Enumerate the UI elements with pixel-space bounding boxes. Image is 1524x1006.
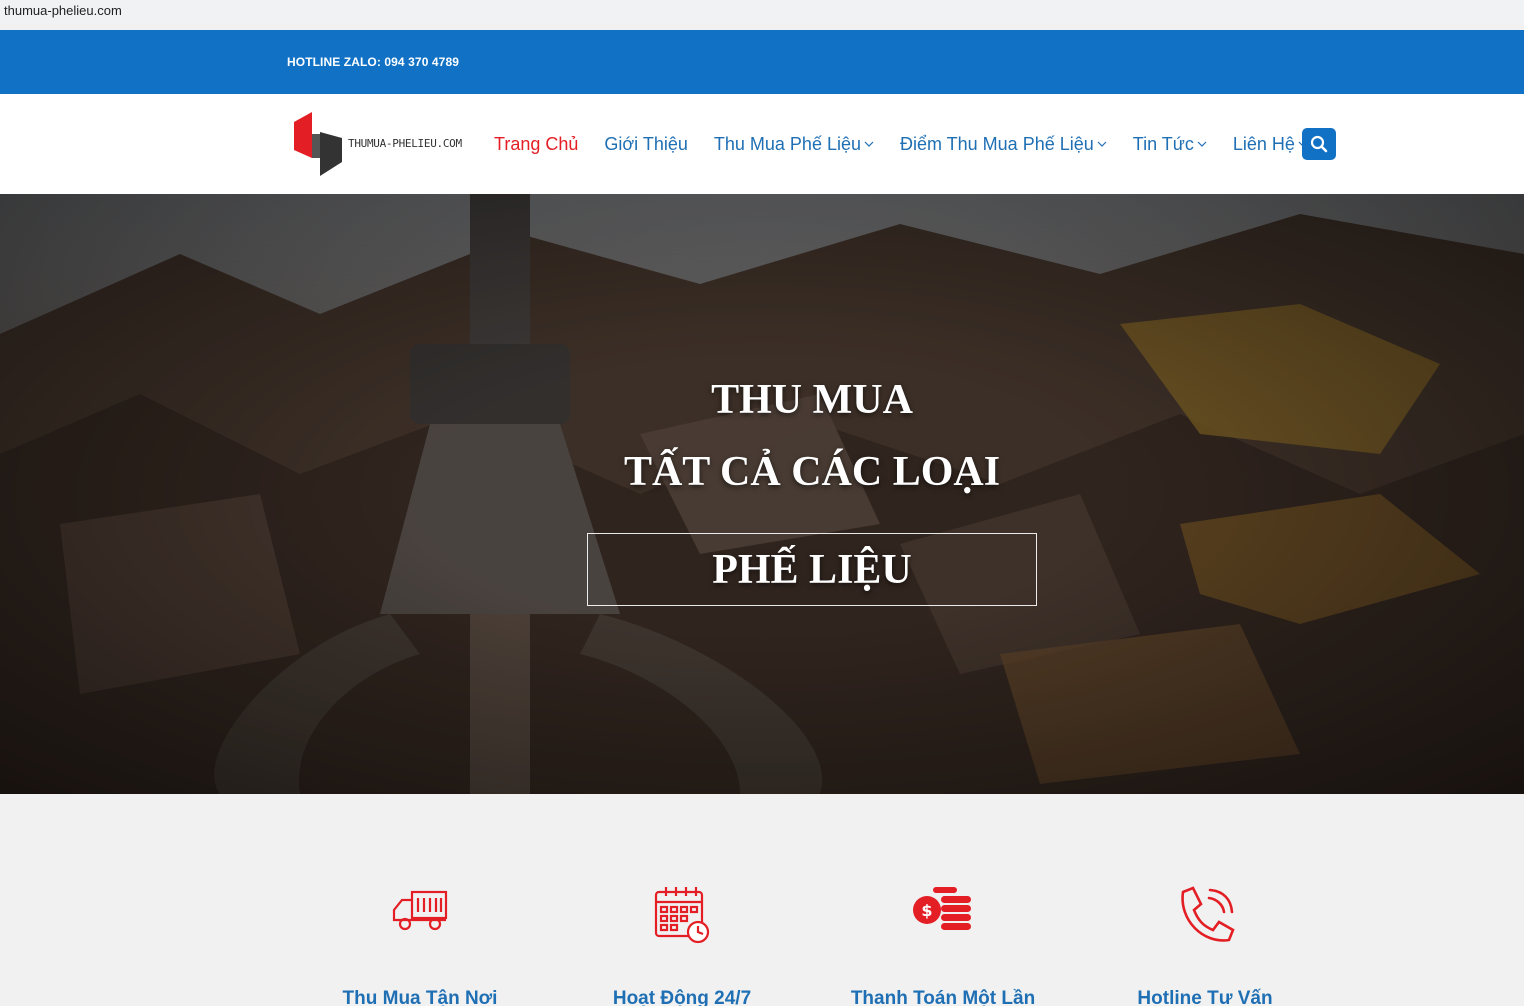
- main-navbar: THUMUA-PHELIEU.COM Trang Chủ Giới Thiệu …: [0, 94, 1524, 194]
- feature-label: Hoạt Động 24/7: [612, 988, 752, 1006]
- chevron-down-icon: [864, 141, 874, 147]
- truck-icon: [392, 890, 448, 931]
- chevron-down-icon: [1197, 141, 1207, 147]
- features-section: Thu Mua Tận Nơi Hoạt Động 24/7 $ Thanh T…: [0, 814, 1524, 1006]
- logo-text: THUMUA-PHELIEU.COM: [348, 137, 462, 150]
- hero-heading-line-3: PHẾ LIỆU: [712, 547, 912, 593]
- nav-item-thu-mua-phe-lieu[interactable]: Thu Mua Phế Liệu: [714, 134, 874, 155]
- feature-label: Hotline Tư Vấn: [1137, 988, 1273, 1006]
- svg-text:$: $: [921, 901, 932, 920]
- nav-item-label: Liên Hệ: [1232, 133, 1295, 154]
- logo-mark-icon: [294, 112, 342, 176]
- hero-banner: THU MUA TẤT CẢ CÁC LOẠI PHẾ LIỆU: [0, 194, 1524, 794]
- search-button[interactable]: [1302, 128, 1336, 160]
- nav-item-gioi-thieu[interactable]: Giới Thiệu: [604, 134, 688, 155]
- nav-item-label: Thu Mua Phế Liệu: [713, 133, 861, 154]
- feature-label: Thu Mua Tận Nơi: [342, 988, 498, 1006]
- nav-item-label: Trang Chủ: [494, 133, 579, 154]
- url-text: thumua-phelieu.com: [4, 3, 122, 18]
- hero-heading-line-2: TẤT CẢ CÁC LOẠI: [623, 449, 1001, 495]
- browser-url-bar[interactable]: thumua-phelieu.com: [0, 0, 1524, 24]
- nav-item-diem-thu-mua[interactable]: Điểm Thu Mua Phế Liệu: [900, 134, 1107, 155]
- search-icon: [1310, 135, 1328, 153]
- calendar-clock-icon: [654, 887, 710, 944]
- chevron-down-icon: [1097, 141, 1107, 147]
- coins-icon: $: [913, 887, 971, 930]
- top-bar: HOTLINE ZALO: 094 370 4789: [0, 30, 1524, 94]
- hotline-text[interactable]: HOTLINE ZALO: 094 370 4789: [287, 55, 459, 69]
- nav-item-lien-he[interactable]: Liên Hệ: [1233, 134, 1308, 155]
- feature-label: Thanh Toán Một Lần: [850, 988, 1036, 1006]
- site-logo[interactable]: THUMUA-PHELIEU.COM: [292, 110, 472, 176]
- hero-heading-line-1: THU MUA: [711, 377, 913, 423]
- nav-item-tin-tuc[interactable]: Tin Tức: [1133, 134, 1207, 155]
- phone-icon: [1181, 886, 1235, 942]
- nav-item-label: Điểm Thu Mua Phế Liệu: [899, 133, 1094, 154]
- nav-item-label: Tin Tức: [1132, 133, 1194, 154]
- nav-item-trang-chu[interactable]: Trang Chủ: [494, 134, 578, 155]
- nav-menu: Trang Chủ Giới Thiệu Thu Mua Phế Liệu Đi…: [494, 132, 1334, 156]
- nav-item-label: Giới Thiệu: [604, 133, 688, 154]
